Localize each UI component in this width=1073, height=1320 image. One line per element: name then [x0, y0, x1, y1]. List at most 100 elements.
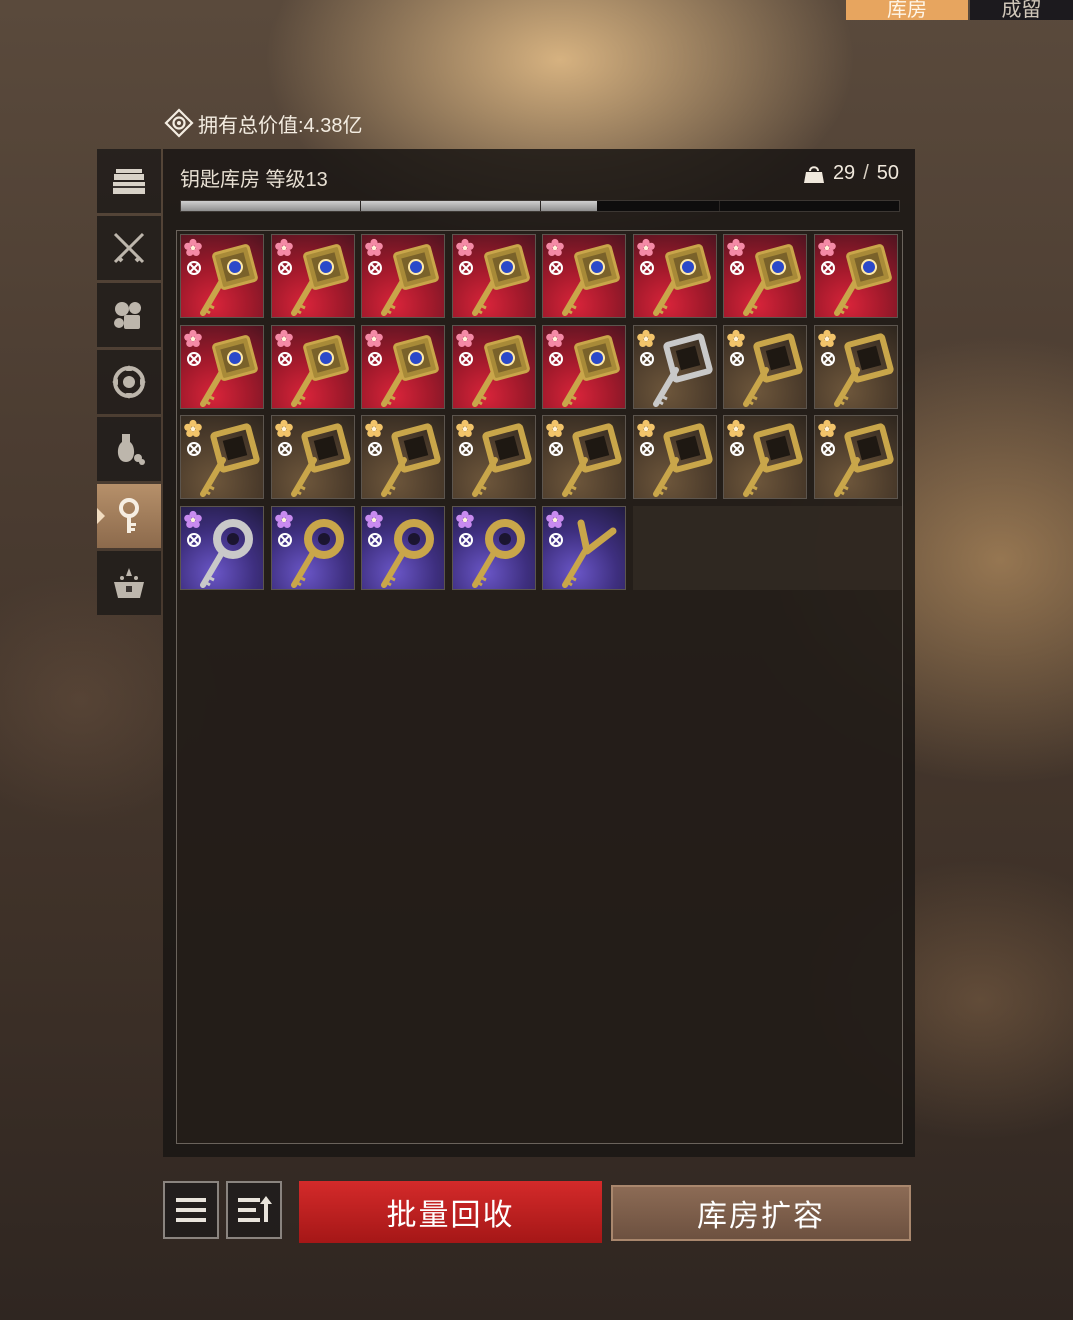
tab-storage-label: 库房 [887, 0, 927, 21]
item-slot-gold-square-blue-gem-key[interactable] [361, 324, 445, 409]
gear-orb-icon [112, 365, 146, 399]
tab-storage[interactable]: 库房 [846, 0, 968, 20]
item-slot-gold-frame-key[interactable] [180, 415, 264, 499]
capacity-progress-bar [180, 200, 900, 212]
side-tab-weapons[interactable] [97, 216, 161, 280]
side-tab-keys[interactable] [97, 484, 161, 548]
gold-frame-key-icon [184, 419, 260, 497]
gold-square-blue-gem-key-icon [365, 329, 439, 407]
item-slot-gold-square-blue-gem-key[interactable] [451, 324, 536, 409]
batch-recycle-button[interactable]: 批量回收 [299, 1181, 602, 1243]
gold-frame-key-icon [727, 329, 803, 407]
total-value-label: 拥有总价值:4.38亿 [198, 114, 363, 137]
gold-fork-key-icon [546, 510, 617, 588]
item-slot-gold-square-blue-gem-key[interactable] [180, 324, 264, 409]
gold-square-blue-gem-key-icon [365, 238, 439, 316]
item-slot-gold-square-blue-gem-key[interactable] [542, 234, 626, 318]
gold-ring-key-icon [274, 510, 344, 588]
expand-storage-button[interactable]: 库房扩容 [611, 1185, 911, 1241]
side-tab-potions[interactable] [97, 417, 161, 481]
category-sidebar [97, 149, 161, 618]
item-slot-silver-frame-key[interactable] [632, 324, 717, 409]
silver-frame-key-icon [636, 329, 713, 407]
panel-title: 钥匙库房 等级13 [180, 169, 328, 191]
capacity-total: 50 [876, 162, 899, 184]
gold-ring-key-icon [365, 510, 434, 588]
gold-frame-key-icon [274, 419, 351, 497]
gold-square-blue-gem-key-icon [184, 238, 258, 316]
gold-square-blue-gem-key-icon [546, 238, 620, 316]
list-icon [176, 1198, 206, 1222]
item-slot-gold-square-blue-gem-key[interactable] [180, 234, 264, 318]
side-tab-gear[interactable] [97, 350, 161, 414]
gold-frame-key-icon [727, 419, 803, 497]
side-tab-chest[interactable] [97, 149, 161, 213]
capacity-separator: / [863, 162, 869, 184]
sort-button[interactable] [226, 1181, 282, 1239]
chest-icon [113, 169, 145, 194]
capacity-progress-fill [181, 201, 598, 211]
side-tab-treasure[interactable] [97, 551, 161, 615]
gold-square-blue-gem-key-icon [455, 329, 530, 407]
item-slot-gold-square-blue-gem-key[interactable] [270, 324, 355, 409]
gold-frame-key-icon [636, 419, 713, 497]
progress-divider [719, 201, 720, 211]
item-slot-gold-square-blue-gem-key[interactable] [270, 234, 355, 318]
item-slot-gold-square-blue-gem-key[interactable] [813, 234, 898, 318]
item-slot-gold-frame-key[interactable] [813, 324, 898, 409]
item-slot-gold-square-blue-gem-key[interactable] [632, 234, 717, 318]
crossed-swords-icon [113, 232, 145, 264]
item-slot-gold-frame-key[interactable] [723, 415, 807, 499]
item-slot-gold-square-blue-gem-key[interactable] [451, 234, 536, 318]
item-slot-gold-frame-key[interactable] [813, 415, 898, 499]
item-slot-gold-ring-key[interactable] [361, 505, 445, 590]
tab-second-label: 成留 [1001, 0, 1042, 21]
item-slot-gold-frame-key[interactable] [361, 415, 445, 499]
treasure-box-icon [114, 568, 144, 598]
gold-square-blue-gem-key-icon [274, 329, 349, 407]
item-slot-gold-square-blue-gem-key[interactable] [542, 324, 626, 409]
gold-square-blue-gem-key-icon [636, 238, 711, 316]
item-slot-gold-frame-key[interactable] [723, 324, 807, 409]
materials-icon [114, 302, 141, 329]
progress-divider [360, 201, 361, 211]
side-tab-materials[interactable] [97, 283, 161, 347]
bag-icon [803, 165, 824, 183]
key-icon [119, 498, 139, 533]
item-grid [176, 230, 903, 1144]
empty-slot-row [632, 505, 902, 590]
gold-ring-key-icon [455, 510, 525, 588]
item-slot-gold-frame-key[interactable] [270, 415, 355, 499]
item-slot-gold-ring-key[interactable] [270, 505, 355, 590]
sort-icon [238, 1196, 272, 1222]
gold-frame-key-icon [455, 419, 532, 497]
item-slot-gold-frame-key[interactable] [542, 415, 626, 499]
item-slot-gold-frame-key[interactable] [632, 415, 717, 499]
gold-square-blue-gem-key-icon [184, 329, 258, 407]
gold-square-blue-gem-key-icon [274, 238, 349, 316]
gold-frame-key-icon [817, 329, 894, 407]
capacity-used: 29 [832, 162, 856, 184]
item-slot-gold-frame-key[interactable] [451, 415, 536, 499]
tab-second[interactable]: 成留 [970, 0, 1073, 20]
gold-frame-key-icon [817, 419, 894, 497]
item-slot-gold-square-blue-gem-key[interactable] [361, 234, 445, 318]
item-slot-gold-fork-key[interactable] [542, 505, 626, 590]
progress-divider [540, 201, 541, 211]
key-storage-panel: 钥匙库房 等级13 29 / 50 [163, 149, 915, 1157]
potion-icon [117, 434, 145, 465]
item-slot-gold-ring-key[interactable] [451, 505, 536, 590]
item-slot-gold-square-blue-gem-key[interactable] [723, 234, 807, 318]
gold-frame-key-icon [365, 419, 441, 497]
eye-icon [164, 108, 194, 138]
gold-square-blue-gem-key-icon [727, 238, 801, 316]
gold-square-blue-gem-key-icon [817, 238, 892, 316]
total-value: 拥有总价值:4.38亿 [164, 108, 362, 138]
gold-square-blue-gem-key-icon [546, 329, 620, 407]
item-slot-silver-ring-key[interactable] [180, 505, 264, 590]
gold-frame-key-icon [546, 419, 622, 497]
silver-ring-key-icon [184, 510, 253, 588]
list-view-button[interactable] [163, 1181, 219, 1239]
gold-square-blue-gem-key-icon [455, 238, 530, 316]
capacity-counter: 29 / 50 [803, 162, 899, 185]
